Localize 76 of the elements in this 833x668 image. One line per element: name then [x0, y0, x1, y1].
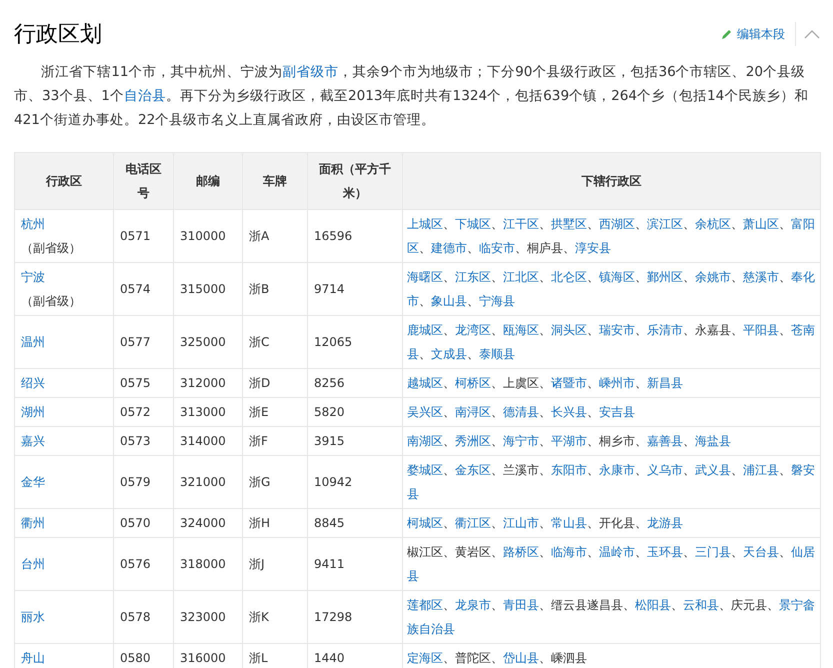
intro-paragraph: 浙江省下辖11个市，其中杭州、宁波为副省级市，其余9个市为地级市；下分90个县级行政区，包括36个市辖区、20个县级市、33个县、1个自治县。再下分为乡级行政区，截至2013年底时共有1324个，包括639个镇，264个乡（包括14个民族乡）和421个街道办事处。22个县级市名义上直属省政府，由设区市管理。	[14, 63, 810, 130]
city-link[interactable]: 金华	[21, 470, 107, 494]
city-link[interactable]: 衢州	[21, 511, 107, 535]
table-cell: 314000	[174, 426, 242, 456]
column-header: 行政区	[14, 152, 114, 210]
city-note: （副省级）	[21, 293, 82, 310]
city-link[interactable]: 丽水	[21, 605, 107, 629]
subdivisions-list: 婺城区、金东区、兰溪市、东阳市、永康市、义乌市、武义县、浦江县、磐安县	[402, 456, 820, 508]
table-cell: 浙D	[242, 368, 308, 398]
table-cell: 0572	[114, 398, 174, 426]
city-link[interactable]: 湖州	[21, 400, 107, 424]
edit-section-link[interactable]: 编辑本段	[721, 22, 796, 46]
table-cell: 0574	[114, 262, 174, 316]
subdivisions-list: 南湖区、秀洲区、海宁市、平湖市、桐乡市、嘉善县、海盐县	[402, 426, 820, 456]
column-header: 下辖行政区	[402, 152, 820, 210]
table-cell: 0575	[114, 368, 174, 398]
table-cell: 0570	[114, 508, 174, 538]
subdivisions-list: 上城区、下城区、江干区、拱墅区、西湖区、滨江区、余杭区、萧山区、富阳区、建德市、临安市、桐庐县、淳安县	[402, 210, 820, 262]
table-cell: 浙E	[242, 398, 308, 426]
table-cell: 323000	[174, 590, 242, 644]
table-cell: 312000	[174, 368, 242, 398]
city-link[interactable]: 宁波	[21, 265, 107, 289]
table-cell: 324000	[174, 508, 242, 538]
column-header: 邮编	[174, 152, 242, 210]
table-cell: 10942	[308, 456, 402, 508]
table-cell: 浙F	[242, 426, 308, 456]
city-link[interactable]: 嘉兴	[21, 429, 107, 453]
table-cell: 12065	[308, 316, 402, 368]
column-header: 电话区号	[114, 152, 174, 210]
text-link[interactable]: 自治县	[124, 88, 166, 104]
table-cell: 浙B	[242, 262, 308, 316]
table-cell: 321000	[174, 456, 242, 508]
table-cell: 318000	[174, 538, 242, 590]
table-cell: 浙K	[242, 590, 308, 644]
city-note: （副省级）	[21, 240, 82, 257]
table-cell: 0573	[114, 426, 174, 456]
subdivisions-list: 柯城区、衢江区、江山市、常山县、开化县、龙游县	[402, 508, 820, 538]
city-link[interactable]: 台州	[21, 552, 107, 576]
table-cell: 3915	[308, 426, 402, 456]
city-link[interactable]: 温州	[21, 330, 107, 354]
subdivisions-list: 鹿城区、龙湾区、瓯海区、洞头区、瑞安市、乐清市、永嘉县、平阳县、苍南县、文成县、泰顺县	[402, 316, 820, 368]
column-header: 车牌	[242, 152, 308, 210]
table-cell: 9411	[308, 538, 402, 590]
subdivisions-list: 海曙区、江东区、江北区、北仑区、镇海区、鄞州区、余姚市、慈溪市、奉化市、象山县、宁海县	[402, 262, 820, 316]
table-cell: 8845	[308, 508, 402, 538]
table-cell: 浙J	[242, 538, 308, 590]
table-cell: 9714	[308, 262, 402, 316]
column-header: 面积（平方千米）	[308, 152, 402, 210]
table-cell: 0577	[114, 316, 174, 368]
table-cell: 8256	[308, 368, 402, 398]
subdivisions-list: 吴兴区、南浔区、德清县、长兴县、安吉县	[402, 398, 820, 426]
pencil-icon	[721, 28, 733, 40]
table-cell: 17298	[308, 590, 402, 644]
table-cell: 16596	[308, 210, 402, 262]
table-cell: 315000	[174, 262, 242, 316]
table-cell: 浙H	[242, 508, 308, 538]
subdivisions-list: 越城区、柯桥区、上虞区、诸暨市、嵊州市、新昌县	[402, 368, 820, 398]
table-cell: 0576	[114, 538, 174, 590]
table-cell: 浙C	[242, 316, 308, 368]
city-link[interactable]: 杭州	[21, 212, 107, 236]
section-title: 行政区划	[14, 21, 103, 49]
city-link[interactable]: 绍兴	[21, 371, 107, 395]
city-link[interactable]: 舟山	[21, 646, 107, 668]
collapse-chevron-icon[interactable]	[804, 29, 820, 39]
table-cell: 5820	[308, 398, 402, 426]
table-cell: 0578	[114, 590, 174, 644]
table-cell: 310000	[174, 210, 242, 262]
table-cell: 0571	[114, 210, 174, 262]
table-cell: 313000	[174, 398, 242, 426]
table-cell: 325000	[174, 316, 242, 368]
table-cell: 浙G	[242, 456, 308, 508]
subdivisions-list: 莲都区、龙泉市、青田县、缙云县遂昌县、松阳县、云和县、庆元县、景宁畲族自治县	[402, 590, 820, 644]
table-cell: 0579	[114, 456, 174, 508]
subdivisions-list: 椒江区、黄岩区、路桥区、临海市、温岭市、玉环县、三门县、天台县、仙居县	[402, 538, 820, 590]
text-link[interactable]: 副省级市	[282, 64, 338, 80]
table-cell: 浙A	[242, 210, 308, 262]
